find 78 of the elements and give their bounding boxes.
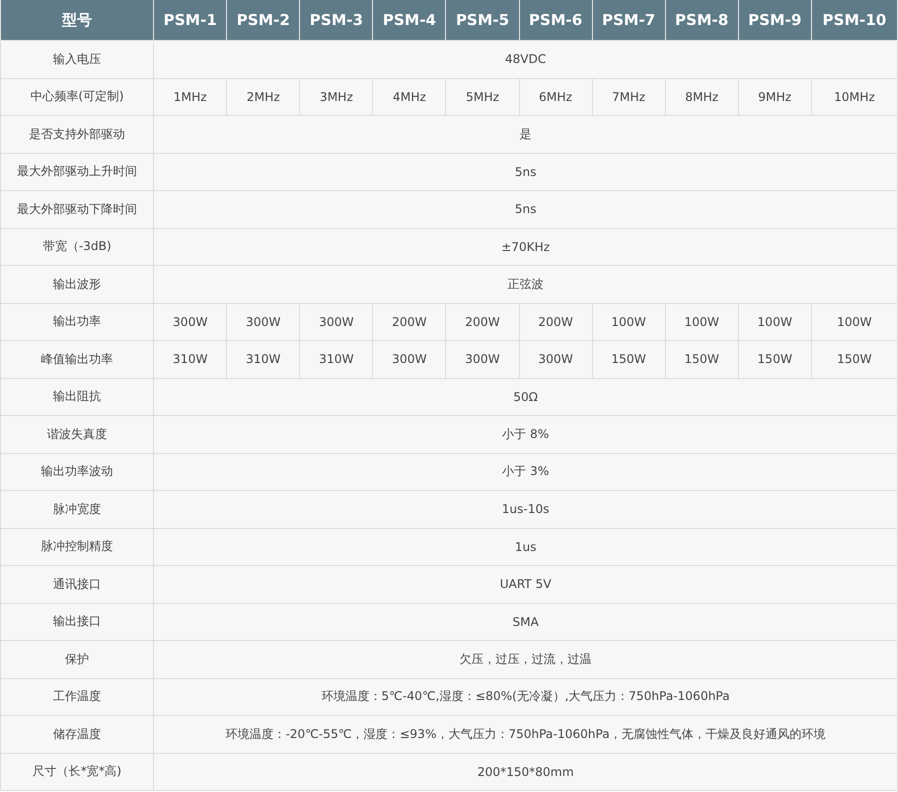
row-label: 最大外部驱动下降时间 xyxy=(0,190,154,228)
table-cell: 100W xyxy=(665,303,738,340)
column-header: PSM-1 xyxy=(154,0,227,40)
table-cell: 300W xyxy=(519,340,592,378)
table-cell: 100W xyxy=(738,303,812,340)
row-label: 通讯接口 xyxy=(0,566,154,603)
table-cell: 欠压，过压，过流，过温 xyxy=(154,640,898,678)
row-label: 保护 xyxy=(0,640,154,678)
row-label: 输出接口 xyxy=(0,603,154,640)
row-label: 储存温度 xyxy=(0,716,154,753)
column-header: PSM-3 xyxy=(300,0,373,40)
table-cell: 10MHz xyxy=(811,78,898,116)
row-label: 是否支持外部驱动 xyxy=(0,116,154,153)
table-cell: 5ns xyxy=(154,190,898,228)
row-label: 输入电压 xyxy=(0,40,154,78)
table-cell: 7MHz xyxy=(592,78,666,116)
row-label: 带宽（-3dB) xyxy=(0,228,154,266)
table-cell: 3MHz xyxy=(300,78,373,116)
table-cell: SMA xyxy=(154,603,898,640)
table-cell: 150W xyxy=(592,340,666,378)
table-cell: 300W xyxy=(154,303,227,340)
table-cell: 正弦波 xyxy=(154,266,898,303)
row-label: 尺寸（长*宽*高) xyxy=(0,753,154,790)
column-header: PSM-10 xyxy=(811,0,898,40)
table-cell: 1MHz xyxy=(154,78,227,116)
table-cell: ±70KHz xyxy=(154,228,898,266)
table-cell: 200*150*80mm xyxy=(154,753,898,790)
table-cell: 小于 3% xyxy=(154,453,898,490)
table-cell: 48VDC xyxy=(154,40,898,78)
table-cell: 1us-10s xyxy=(154,490,898,528)
table-cell: 环境温度：-20℃-55℃，湿度：≤93%，大气压力：750hPa-1060hPa，无腐蚀性气体，干燥及良好通风的环境 xyxy=(154,716,898,753)
column-header: PSM-9 xyxy=(738,0,812,40)
table-cell: 是 xyxy=(154,116,898,153)
table-cell: 50Ω xyxy=(154,378,898,416)
table-cell: 100W xyxy=(811,303,898,340)
table-cell: 5MHz xyxy=(446,78,520,116)
table-cell: 300W xyxy=(446,340,520,378)
table-cell: 200W xyxy=(446,303,520,340)
table-cell: 150W xyxy=(811,340,898,378)
table-cell: 300W xyxy=(372,340,446,378)
row-label: 最大外部驱动上升时间 xyxy=(0,153,154,190)
table-cell: 5ns xyxy=(154,153,898,190)
table-cell: UART 5V xyxy=(154,566,898,603)
column-header: PSM-2 xyxy=(226,0,300,40)
row-label: 输出功率波动 xyxy=(0,453,154,490)
table-cell: 150W xyxy=(665,340,738,378)
table-cell: 4MHz xyxy=(372,78,446,116)
row-label: 输出功率 xyxy=(0,303,154,340)
table-cell: 310W xyxy=(300,340,373,378)
table-cell: 100W xyxy=(592,303,666,340)
column-header: PSM-8 xyxy=(665,0,738,40)
row-label: 峰值输出功率 xyxy=(0,340,154,378)
table-cell: 200W xyxy=(519,303,592,340)
table-cell: 2MHz xyxy=(226,78,300,116)
table-cell: 300W xyxy=(300,303,373,340)
table-cell: 环境温度：5℃-40℃,湿度：≤80%(无冷凝）,大气压力：750hPa-1060hPa xyxy=(154,678,898,716)
table-cell: 9MHz xyxy=(738,78,812,116)
table-cell: 8MHz xyxy=(665,78,738,116)
table-cell: 300W xyxy=(226,303,300,340)
table-cell: 小于 8% xyxy=(154,416,898,453)
row-label: 输出阻抗 xyxy=(0,378,154,416)
column-header: 型号 xyxy=(0,0,154,40)
row-label: 谐波失真度 xyxy=(0,416,154,453)
column-header: PSM-5 xyxy=(446,0,520,40)
row-label: 工作温度 xyxy=(0,678,154,716)
column-header: PSM-6 xyxy=(519,0,592,40)
table-cell: 150W xyxy=(738,340,812,378)
column-header: PSM-7 xyxy=(592,0,666,40)
row-label: 脉冲控制精度 xyxy=(0,528,154,566)
table-cell: 310W xyxy=(226,340,300,378)
table-cell: 310W xyxy=(154,340,227,378)
table-cell: 200W xyxy=(372,303,446,340)
table-cell: 6MHz xyxy=(519,78,592,116)
table-cell: 1us xyxy=(154,528,898,566)
row-label: 脉冲宽度 xyxy=(0,490,154,528)
column-header: PSM-4 xyxy=(372,0,446,40)
row-label: 输出波形 xyxy=(0,266,154,303)
row-label: 中心频率(可定制) xyxy=(0,78,154,116)
